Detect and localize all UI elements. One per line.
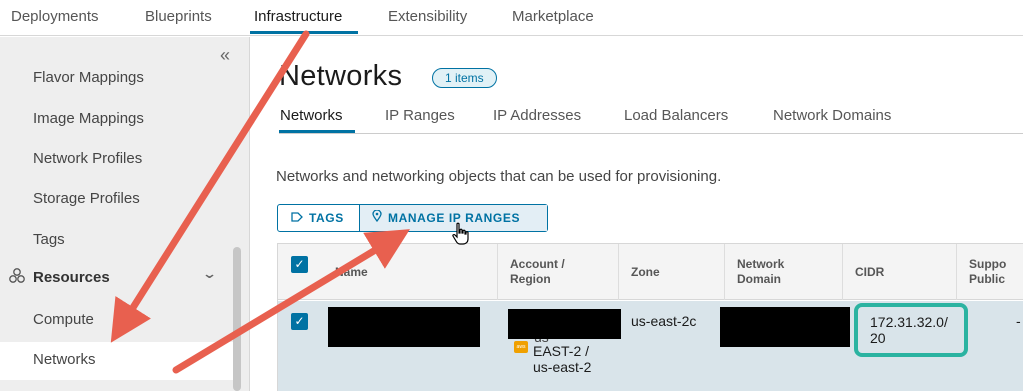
tab-load-balancers[interactable]: Load Balancers: [624, 107, 728, 124]
zone-cell: us-east-2c: [631, 313, 697, 329]
tab-ip-addresses[interactable]: IP Addresses: [493, 107, 581, 124]
account-region-line2: EAST-2 /: [533, 343, 590, 359]
networks-table: ✓ Name Account / Region Zone Network Dom…: [277, 243, 1023, 391]
main-content: Networks 1 items Networks IP Ranges IP A…: [251, 37, 1023, 391]
column-header-zone[interactable]: Zone: [618, 244, 724, 300]
sidebar-item-flavor-mappings[interactable]: Flavor Mappings: [33, 69, 144, 86]
hand-cursor-icon: [450, 222, 472, 251]
select-all-checkbox[interactable]: ✓: [291, 256, 308, 273]
tag-icon: [291, 205, 303, 231]
tab-networks[interactable]: Networks: [280, 107, 343, 124]
nav-tab-infrastructure[interactable]: Infrastructure: [254, 8, 342, 25]
item-count-badge: 1 items: [432, 68, 497, 88]
nav-tab-deployments[interactable]: Deployments: [11, 8, 99, 25]
cidr-highlight-box: [854, 303, 968, 357]
column-header-cidr[interactable]: CIDR: [842, 244, 956, 300]
collapse-sidebar-icon[interactable]: «: [220, 45, 230, 66]
active-subtab-indicator: [279, 130, 355, 133]
aws-icon: aws: [514, 341, 528, 353]
support-public-cell: -: [1016, 313, 1021, 329]
sidebar: « Flavor Mappings Image Mappings Network…: [0, 37, 250, 391]
row-checkbox[interactable]: ✓: [291, 313, 308, 330]
nav-tab-blueprints[interactable]: Blueprints: [145, 8, 212, 25]
table-row[interactable]: ✓ us- aws EAST-2 / us-east-2 us-east-2c …: [278, 301, 1023, 391]
sidebar-scrollbar[interactable]: [233, 247, 241, 391]
sidebar-item-network-profiles[interactable]: Network Profiles: [33, 150, 142, 167]
column-header-support-public[interactable]: Suppo Public: [956, 244, 1023, 300]
map-pin-icon: [372, 205, 382, 231]
page-title: Networks: [279, 60, 403, 92]
sidebar-group-resources[interactable]: Resources ⌄: [8, 266, 223, 291]
action-button-group: TAGS MANAGE IP RANGES: [277, 204, 548, 232]
column-header-account-region[interactable]: Account / Region: [497, 244, 618, 300]
tab-divider: [279, 133, 1023, 134]
column-header-network-domain[interactable]: Network Domain: [724, 244, 842, 300]
tags-button[interactable]: TAGS: [278, 205, 359, 231]
column-header-name[interactable]: Name: [323, 244, 496, 300]
sidebar-item-networks[interactable]: Networks: [33, 351, 96, 368]
sidebar-group-label: Resources: [33, 269, 110, 286]
account-region-line3: us-east-2: [533, 359, 592, 375]
table-header: ✓ Name Account / Region Zone Network Dom…: [278, 244, 1023, 300]
chevron-down-icon[interactable]: ⌄: [202, 266, 217, 282]
top-navigation: Deployments Blueprints Infrastructure Ex…: [0, 0, 1023, 36]
resources-icon: [8, 267, 26, 289]
page-description: Networks and networking objects that can…: [276, 168, 722, 185]
active-tab-indicator: [250, 31, 358, 34]
redacted-network-domain: [720, 307, 850, 347]
tags-button-label: TAGS: [309, 211, 344, 225]
nav-tab-extensibility[interactable]: Extensibility: [388, 8, 467, 25]
redacted-account: [508, 309, 621, 339]
tab-network-domains[interactable]: Network Domains: [773, 107, 891, 124]
redacted-name: [328, 307, 480, 347]
sidebar-item-compute[interactable]: Compute: [33, 311, 94, 328]
tab-ip-ranges[interactable]: IP Ranges: [385, 107, 455, 124]
sidebar-item-storage-profiles[interactable]: Storage Profiles: [33, 190, 140, 207]
nav-tab-marketplace[interactable]: Marketplace: [512, 8, 594, 25]
sidebar-item-tags[interactable]: Tags: [33, 231, 65, 248]
sidebar-item-image-mappings[interactable]: Image Mappings: [33, 110, 144, 127]
